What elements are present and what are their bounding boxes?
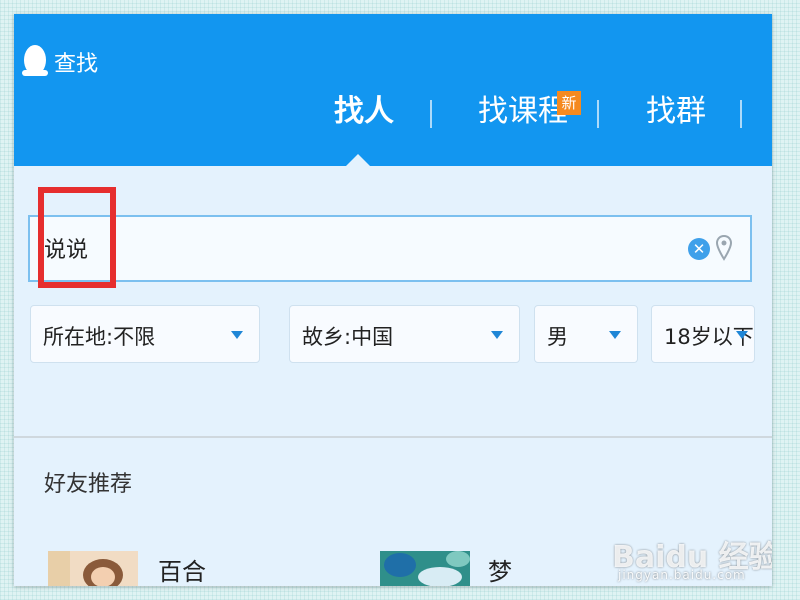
friend-name[interactable]: 梦 [488, 552, 512, 586]
location-dropdown-label: 所在地:不限 [43, 325, 156, 349]
gender-dropdown-label: 男 [547, 325, 568, 349]
avatar[interactable] [48, 551, 138, 586]
tab-separator [740, 100, 742, 128]
location-pin-icon[interactable] [716, 235, 732, 261]
chevron-down-icon [609, 331, 621, 339]
age-dropdown[interactable]: 18岁以下 [651, 305, 755, 363]
active-tab-indicator [346, 154, 370, 166]
tab-separator [597, 100, 599, 128]
hometown-dropdown-label: 故乡:中国 [302, 325, 394, 349]
window-title: 查找 [54, 52, 99, 77]
tab-find-groups[interactable]: 找群 [646, 92, 706, 132]
location-dropdown[interactable]: 所在地:不限 [30, 305, 260, 363]
new-badge: 新 [557, 91, 581, 115]
tab-find-courses[interactable]: 找课程 [478, 92, 568, 132]
search-box: ✕ [28, 215, 752, 282]
highlight-box [38, 187, 116, 288]
penguin-logo-icon [22, 45, 48, 76]
clear-icon[interactable]: ✕ [688, 238, 710, 260]
baidu-watermark: Baidu 经验 jingyan.baidu.com [612, 524, 772, 586]
friend-name[interactable]: 百合 [158, 552, 206, 586]
search-panel: ✕ 所在地:不限 故乡:中国 男 18岁以下 好友推荐 [14, 166, 772, 586]
avatar[interactable] [380, 551, 470, 586]
tab-separator [430, 100, 432, 128]
section-divider [14, 436, 772, 438]
hometown-dropdown[interactable]: 故乡:中国 [289, 305, 520, 363]
chevron-down-icon [736, 331, 748, 339]
chevron-down-icon [491, 331, 503, 339]
search-input[interactable] [44, 235, 644, 260]
recommend-title: 好友推荐 [44, 472, 133, 497]
watermark-url: jingyan.baidu.com [618, 568, 746, 582]
find-window: 查找 找人 找课程 新 找群 ✕ 所在地:不限 故乡:中国 男 [14, 14, 772, 586]
chevron-down-icon [231, 331, 243, 339]
gender-dropdown[interactable]: 男 [534, 305, 638, 363]
tab-find-people[interactable]: 找人 [334, 92, 394, 132]
header-bar: 查找 找人 找课程 新 找群 [14, 14, 772, 166]
